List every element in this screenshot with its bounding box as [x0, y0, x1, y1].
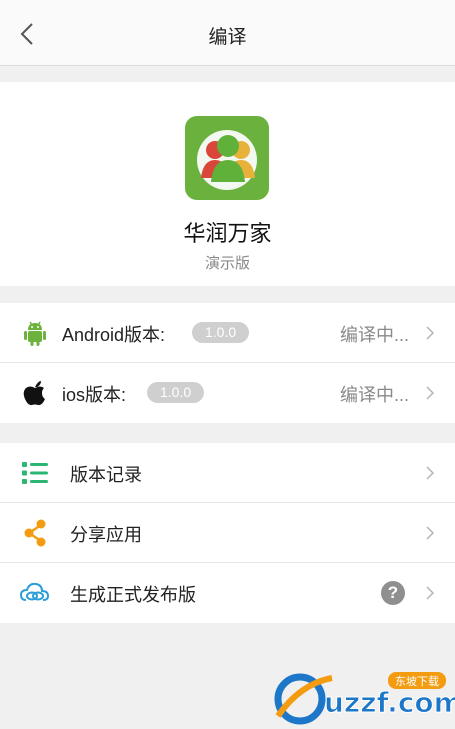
chevron-right-icon	[426, 526, 435, 540]
chevron-right-icon	[426, 326, 435, 340]
chevron-right-icon	[426, 386, 435, 400]
watermark-brand: uzzf.com	[324, 686, 455, 719]
release-build-label: 生成正式发布版	[70, 585, 196, 605]
ios-version-row[interactable]: ios版本: 1.0.0 编译中...	[0, 363, 455, 423]
ios-version-badge: 1.0.0	[147, 382, 205, 403]
app-name: 华润万家	[183, 221, 272, 246]
help-icon[interactable]: ?	[381, 581, 405, 605]
chevron-right-icon	[426, 586, 435, 600]
share-app-label: 分享应用	[70, 525, 142, 545]
android-icon	[24, 321, 46, 346]
cloud-icon	[20, 582, 50, 601]
uzzf-watermark-logo: uzzf.com 东坡下载	[274, 672, 455, 725]
page-title: 编译	[208, 27, 247, 48]
android-status: 编译中...	[339, 325, 409, 345]
release-build-row[interactable]: 生成正式发布版 ?	[0, 563, 455, 623]
version-history-row[interactable]: 版本记录	[0, 443, 455, 503]
app-logo-icon	[185, 116, 269, 200]
app-edition: 演示版	[204, 255, 250, 272]
android-label: Android版本:	[62, 325, 166, 345]
actions-list: 版本记录 分享应用 生成正式发布版 ?	[0, 443, 455, 623]
navigation-bar: 编译	[0, 0, 455, 66]
android-version-badge: 1.0.0	[192, 322, 250, 343]
version-history-label: 版本记录	[70, 465, 142, 485]
list-icon	[22, 462, 48, 484]
platform-list: Android版本: 1.0.0 编译中... ios版本: 1.0.0 编译中…	[0, 303, 455, 423]
apple-icon	[23, 381, 45, 406]
ios-status: 编译中...	[339, 385, 409, 405]
share-app-row[interactable]: 分享应用	[0, 503, 455, 563]
app-info-card: 华润万家 演示版	[0, 82, 455, 286]
ios-label: ios版本:	[62, 385, 127, 405]
android-version-row[interactable]: Android版本: 1.0.0 编译中...	[0, 303, 455, 363]
share-icon	[24, 519, 46, 547]
chevron-right-icon	[426, 466, 435, 480]
watermark-tag: 东坡下载	[395, 675, 439, 688]
